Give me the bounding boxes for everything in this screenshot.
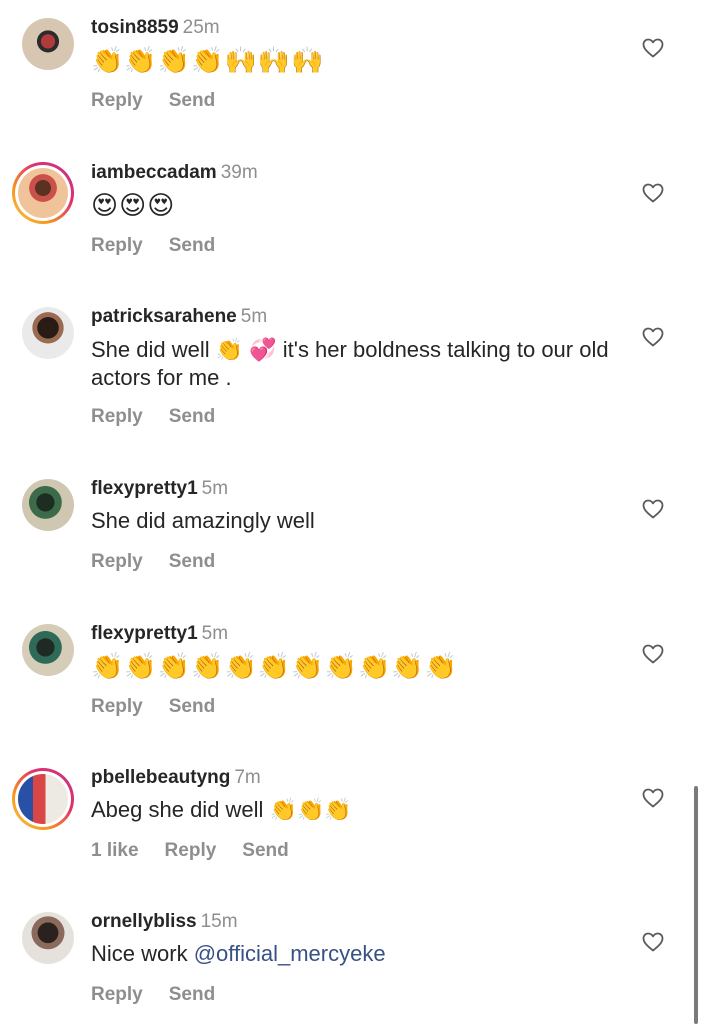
heart-outline-icon[interactable] <box>641 642 665 666</box>
reply-button[interactable]: Reply <box>91 984 143 1005</box>
comment-time: 15m <box>200 911 238 932</box>
heart-outline-icon[interactable] <box>641 930 665 954</box>
reply-button[interactable]: Reply <box>91 696 143 717</box>
scrollbar[interactable] <box>694 786 698 1024</box>
heart-outline-icon[interactable] <box>641 325 665 349</box>
mention-link[interactable]: @official_mercyeke <box>194 941 386 966</box>
avatar[interactable] <box>22 624 74 676</box>
comment-text: She did amazingly well <box>91 508 315 533</box>
comment-actions: Reply Send <box>91 90 241 112</box>
avatar[interactable] <box>22 18 74 70</box>
comment-actions: Reply Send <box>91 235 241 257</box>
reply-button[interactable]: Reply <box>91 235 143 256</box>
comment-text: 😍😍😍 <box>91 191 176 221</box>
comment-username[interactable]: tosin8859 <box>91 17 179 38</box>
send-button[interactable]: Send <box>169 696 215 717</box>
comment-header: flexypretty1 5m <box>91 623 228 645</box>
comment-time: 5m <box>240 306 268 327</box>
comment-text: She did well 👏 💞 it's her boldness talki… <box>91 337 609 390</box>
comment-username[interactable]: ornellybliss <box>91 911 197 932</box>
comment-time: 5m <box>201 623 229 644</box>
avatar[interactable] <box>22 912 74 964</box>
reply-button[interactable]: Reply <box>91 551 143 572</box>
comment-username[interactable]: pbellebeautyng <box>91 767 230 788</box>
comment-actions: Reply Send <box>91 551 241 573</box>
avatar[interactable] <box>12 162 74 224</box>
comment-header: pbellebeautyng 7m <box>91 767 261 789</box>
comment-text: Abeg she did well 👏👏👏 <box>91 797 352 822</box>
reply-button[interactable]: Reply <box>91 406 143 427</box>
heart-outline-icon[interactable] <box>641 181 665 205</box>
reply-button[interactable]: Reply <box>91 90 143 111</box>
heart-outline-icon[interactable] <box>641 786 665 810</box>
like-count[interactable]: 1 like <box>91 840 139 861</box>
reply-button[interactable]: Reply <box>165 840 217 861</box>
comment-text-prefix: Nice work <box>91 941 194 966</box>
comment-text: 👏👏👏👏👏👏👏👏👏👏👏 <box>91 652 459 682</box>
avatar[interactable] <box>22 479 74 531</box>
heart-outline-icon[interactable] <box>641 497 665 521</box>
send-button[interactable]: Send <box>169 406 215 427</box>
comment-actions: 1 like Reply Send <box>91 840 315 862</box>
comment-actions: Reply Send <box>91 984 241 1006</box>
avatar[interactable] <box>22 307 74 359</box>
send-button[interactable]: Send <box>169 551 215 572</box>
comment-time: 39m <box>220 162 258 183</box>
heart-outline-icon[interactable] <box>641 36 665 60</box>
send-button[interactable]: Send <box>169 235 215 256</box>
comment-actions: Reply Send <box>91 696 241 718</box>
comment-time: 7m <box>234 767 261 788</box>
comment-header: iambeccadam 39m <box>91 162 258 184</box>
comment-header: tosin8859 25m <box>91 17 220 39</box>
send-button[interactable]: Send <box>242 840 288 861</box>
comment-username[interactable]: iambeccadam <box>91 162 217 183</box>
comment-username[interactable]: flexypretty1 <box>91 623 198 644</box>
comment-text: 👏👏👏👏🙌🙌🙌 <box>91 46 325 76</box>
comment-time: 25m <box>182 17 220 38</box>
comment-username[interactable]: flexypretty1 <box>91 478 198 499</box>
comment-time: 5m <box>201 478 229 499</box>
comment-header: ornellybliss 15m <box>91 911 238 933</box>
send-button[interactable]: Send <box>169 90 215 111</box>
comment-username[interactable]: patricksarahene <box>91 306 237 327</box>
comment-header: flexypretty1 5m <box>91 478 228 500</box>
comment-text: Nice work @official_mercyeke <box>91 940 611 968</box>
send-button[interactable]: Send <box>169 984 215 1005</box>
comment-actions: Reply Send <box>91 406 241 428</box>
avatar[interactable] <box>12 768 74 830</box>
comment-header: patricksarahene 5m <box>91 306 267 328</box>
